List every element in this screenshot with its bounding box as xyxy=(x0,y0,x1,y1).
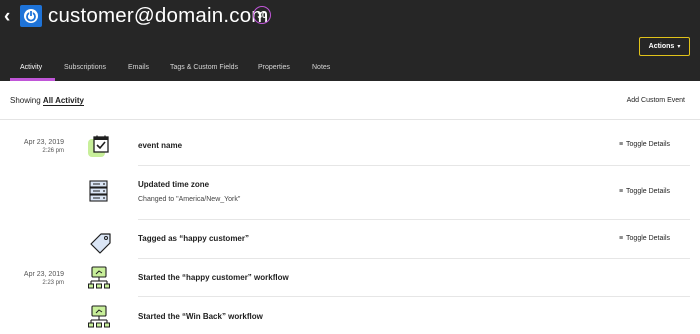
event-name: Tagged as “happy customer” xyxy=(138,234,249,243)
activity-event: Tagged as “happy customer” ≡ Toggle Detai… xyxy=(80,230,690,254)
event-divider xyxy=(138,165,690,166)
event-name: Updated time zone xyxy=(138,180,210,189)
tab-properties[interactable]: Properties xyxy=(258,64,290,71)
activity-event: Updated time zone Changed to "America/Ne… xyxy=(80,179,690,209)
toggle-label: Toggle Details xyxy=(626,235,670,242)
calendar-check-icon xyxy=(88,135,109,157)
toggle-label: Toggle Details xyxy=(626,141,670,148)
tab-notes[interactable]: Notes xyxy=(312,64,330,71)
activity-count-badge: 30 xyxy=(253,6,271,24)
timeline-date: Apr 23, 2019 2:26 pm xyxy=(0,138,64,156)
event-divider xyxy=(138,219,690,220)
activity-event: event name ≡ Toggle Details xyxy=(80,135,690,159)
event-divider xyxy=(138,296,690,297)
timeline-date: Apr 23, 2019 2:23 pm xyxy=(0,270,64,288)
tab-bar: Activity Subscriptions Emails Tags & Cus… xyxy=(0,61,700,81)
actions-label: Actions xyxy=(648,43,675,50)
add-custom-event-button[interactable]: Add Custom Event xyxy=(627,97,685,104)
list-icon: ≡ xyxy=(618,141,624,148)
time-text: 2:26 pm xyxy=(42,148,64,154)
tab-emails[interactable]: Emails xyxy=(128,64,149,71)
workflow-icon xyxy=(88,266,110,289)
back-arrow-icon[interactable]: ‹ xyxy=(4,7,10,26)
tag-icon xyxy=(90,233,111,254)
activity-filter-bar: Showing All Activity Add Custom Event xyxy=(0,81,700,120)
event-divider xyxy=(138,258,690,259)
workflow-icon xyxy=(88,305,110,328)
event-name: Started the “Win Back” workflow xyxy=(138,312,263,321)
tab-tags-custom-fields[interactable]: Tags & Custom Fields xyxy=(170,64,238,71)
avatar xyxy=(20,5,42,27)
list-icon: ≡ xyxy=(618,235,624,242)
showing-filter: Showing All Activity xyxy=(10,96,84,106)
date-text: Apr 23, 2019 xyxy=(23,271,64,278)
top-header: ‹ customer@domain.com 30 Actions ▾ Activ… xyxy=(0,0,700,81)
toggle-details-button[interactable]: ≡ Toggle Details xyxy=(619,188,670,195)
event-name: Started the “happy customer” workflow xyxy=(138,273,289,282)
server-icon xyxy=(89,180,108,202)
toggle-label: Toggle Details xyxy=(626,188,670,195)
showing-prefix: Showing xyxy=(10,96,41,105)
tab-subscriptions[interactable]: Subscriptions xyxy=(64,64,106,71)
activity-filter-dropdown[interactable]: All Activity xyxy=(42,96,84,106)
activity-event: Started the “Win Back” workflow xyxy=(80,305,690,331)
toggle-details-button[interactable]: ≡ Toggle Details xyxy=(619,235,670,242)
actions-button[interactable]: Actions ▾ xyxy=(639,37,690,56)
page-title: customer@domain.com xyxy=(48,4,269,27)
list-icon: ≡ xyxy=(618,188,624,195)
toggle-details-button[interactable]: ≡ Toggle Details xyxy=(619,141,670,148)
event-detail: Changed to "America/New_York" xyxy=(138,196,241,203)
power-icon xyxy=(24,9,38,23)
activity-event: Started the “happy customer” workflow xyxy=(80,266,690,290)
chevron-down-icon: ▾ xyxy=(677,44,681,50)
date-text: Apr 23, 2019 xyxy=(23,139,64,146)
event-name: event name xyxy=(138,141,183,150)
tab-activity[interactable]: Activity xyxy=(20,64,42,71)
time-text: 2:23 pm xyxy=(42,280,64,286)
